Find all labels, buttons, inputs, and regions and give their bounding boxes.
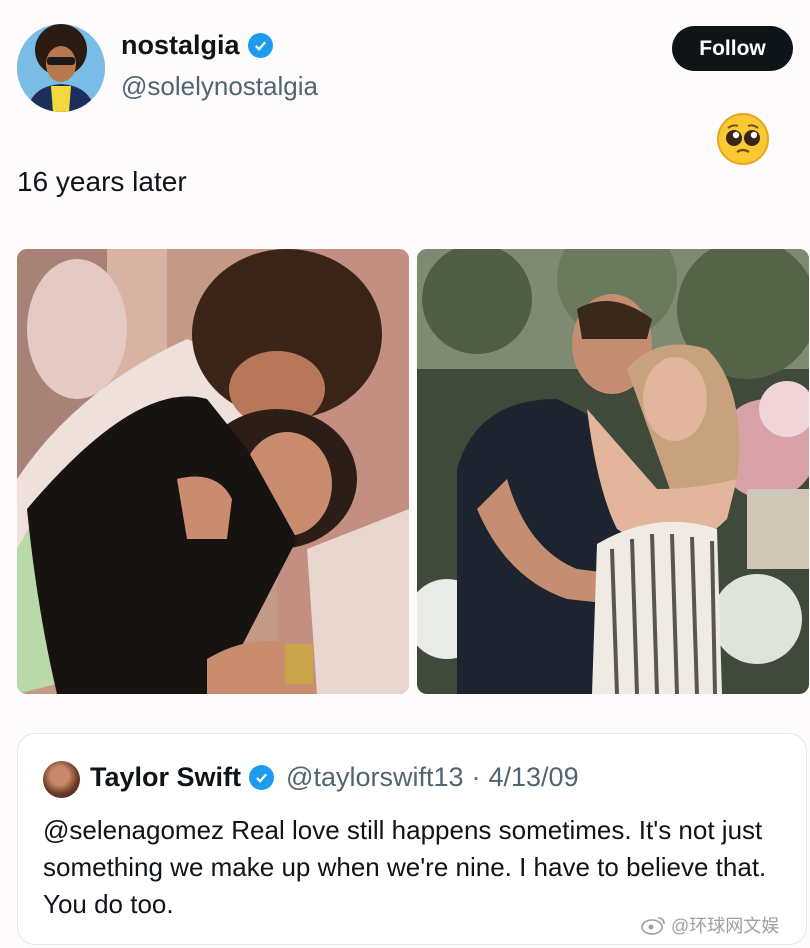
watermark: @环球网文娱: [641, 912, 779, 938]
handle[interactable]: @solelynostalgia: [121, 71, 318, 102]
verified-badge-icon: [249, 765, 275, 790]
watermark-text: @环球网文娱: [671, 916, 780, 936]
quote-header: Taylor Swift @taylorswift13 · 4/13/09: [90, 762, 579, 793]
couple-photo-left[interactable]: [17, 249, 409, 694]
quote-separator: ·: [471, 762, 481, 792]
pleading-face-emoji: [716, 112, 770, 166]
quote-handle[interactable]: @taylorswift13: [286, 762, 463, 793]
quote-text: @selenagomez Real love still happens som…: [43, 815, 767, 919]
weibo-logo-icon: [641, 917, 665, 935]
quote-avatar[interactable]: [43, 761, 80, 798]
display-name-row[interactable]: nostalgia: [121, 30, 273, 61]
quote-display-name[interactable]: Taylor Swift: [90, 762, 241, 793]
follow-button[interactable]: Follow: [672, 26, 793, 71]
display-name[interactable]: nostalgia: [121, 30, 240, 61]
quote-date[interactable]: 4/13/09: [489, 762, 579, 793]
couple-photo-right[interactable]: [417, 249, 809, 694]
verified-badge-icon: [247, 33, 273, 58]
tweet-text: 16 years later: [17, 166, 187, 197]
avatar[interactable]: [17, 24, 105, 112]
